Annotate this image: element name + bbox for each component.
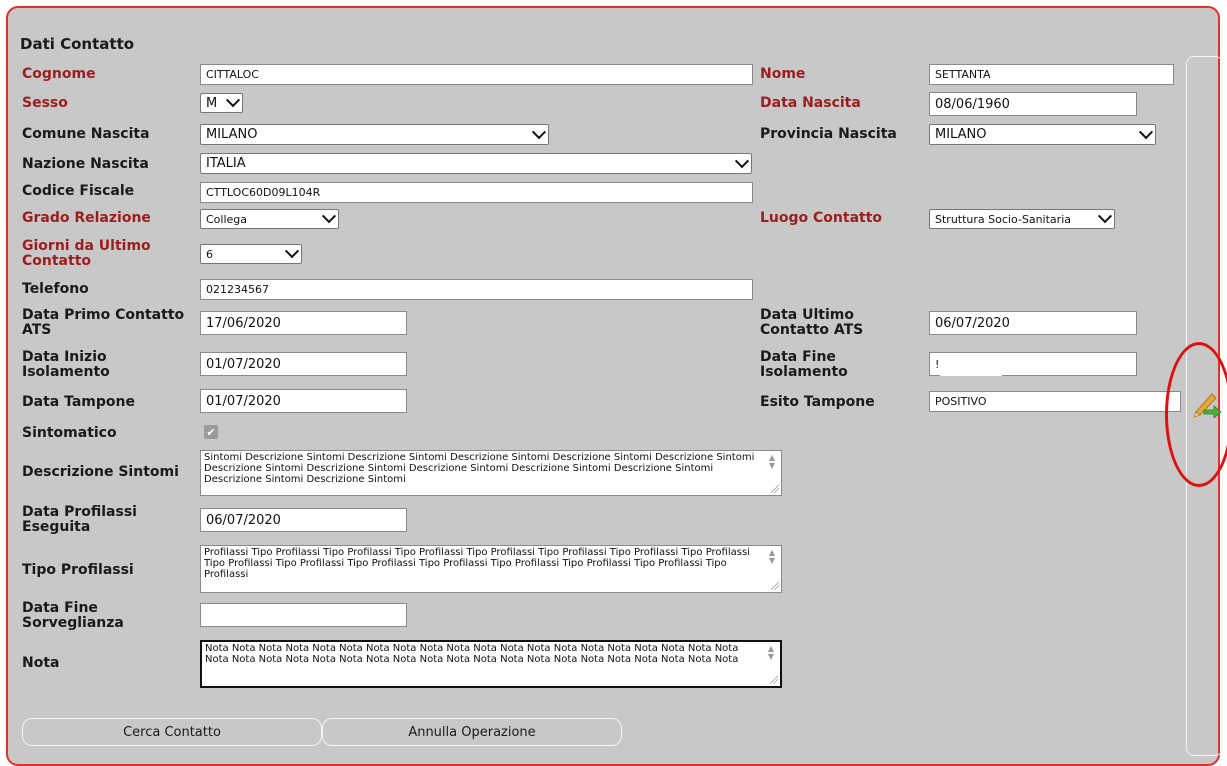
data-profilassi-label: Data Profilassi Eseguita (22, 505, 137, 535)
data-fine-isolamento-label-line1: Data Fine (760, 349, 836, 365)
codice-fiscale-input[interactable]: CTTLOC60D09L104R (200, 182, 753, 203)
sesso-select-value: M (206, 95, 218, 111)
data-inizio-isolamento-label-line2: Isolamento (22, 364, 110, 380)
data-primo-contatto-label-line1: Data Primo Contatto (22, 307, 185, 323)
tipo-profilassi-text: Profilassi Tipo Profilassi Tipo Profilas… (204, 547, 750, 580)
chevron-down-icon (531, 125, 547, 139)
nazione-nascita-select[interactable]: ITALIA (200, 153, 752, 174)
chevron-down-icon (1138, 125, 1154, 139)
data-ultimo-contatto-label: Data Ultimo Contatto ATS (760, 308, 863, 338)
data-profilassi-input[interactable]: 06/07/2020 (200, 508, 407, 532)
grado-relazione-select[interactable]: Collega (200, 209, 339, 229)
data-nascita-input[interactable]: 08/06/1960 (929, 92, 1137, 116)
cognome-label: Cognome (22, 66, 96, 82)
comune-nascita-select[interactable]: MILANO (200, 124, 549, 145)
data-fine-sorveglianza-label: Data Fine Sorveglianza (22, 601, 124, 631)
data-profilassi-label-line1: Data Profilassi (22, 504, 137, 520)
chevron-down-icon (734, 154, 750, 168)
grado-relazione-label: Grado Relazione (22, 210, 151, 226)
data-primo-contatto-label-line2: ATS (22, 322, 52, 338)
giorni-ultimo-contatto-label-line2: Contatto (22, 253, 92, 269)
data-fine-sorveglianza-label-line1: Data Fine (22, 600, 98, 616)
data-ultimo-contatto-label-line1: Data Ultimo (760, 307, 854, 323)
luogo-contatto-label: Luogo Contatto (760, 210, 883, 226)
cerca-contatto-button[interactable]: Cerca Contatto (22, 718, 322, 746)
comune-nascita-label: Comune Nascita (22, 126, 150, 142)
chevron-down-icon (225, 94, 241, 108)
annotation-circle (1165, 342, 1227, 487)
data-primo-contatto-input[interactable]: 17/06/2020 (200, 311, 407, 335)
nome-label: Nome (760, 66, 806, 82)
data-nascita-label: Data Nascita (760, 95, 861, 111)
nota-text: Nota Nota Nota Nota Nota Nota Nota Nota … (205, 643, 739, 665)
giorni-ultimo-contatto-select[interactable]: 6 (200, 244, 302, 264)
data-ultimo-contatto-input[interactable]: 06/07/2020 (929, 311, 1137, 335)
tipo-profilassi-label: Tipo Profilassi (22, 562, 134, 578)
sesso-label: Sesso (22, 95, 68, 111)
descrizione-sintomi-textarea[interactable]: Sintomi Descrizione Sintomi Descrizione … (200, 450, 782, 496)
chevron-down-icon (1097, 210, 1113, 224)
comune-nascita-value: MILANO (206, 127, 258, 142)
nome-input[interactable]: SETTANTA (929, 64, 1174, 85)
data-primo-contatto-label: Data Primo Contatto ATS (22, 308, 184, 338)
descrizione-sintomi-text: Sintomi Descrizione Sintomi Descrizione … (204, 452, 755, 485)
provincia-nascita-select[interactable]: MILANO (929, 124, 1156, 145)
giorni-ultimo-contatto-label-line1: Giorni da Ultimo (22, 238, 151, 254)
data-tampone-label: Data Tampone (22, 394, 135, 410)
annulla-operazione-button[interactable]: Annulla Operazione (322, 718, 622, 746)
data-fine-sorveglianza-label-line2: Sorveglianza (22, 615, 124, 631)
data-inizio-isolamento-input[interactable]: 01/07/2020 (200, 352, 407, 376)
form-title: Dati Contatto (20, 35, 135, 53)
redaction-patch (940, 368, 1002, 376)
data-tampone-input[interactable]: 01/07/2020 (200, 389, 407, 413)
resize-grip-icon[interactable] (770, 676, 778, 684)
resize-grip-icon[interactable] (771, 582, 779, 590)
giorni-ultimo-contatto-value: 6 (206, 247, 213, 261)
esito-tampone-label: Esito Tampone (760, 394, 875, 410)
telefono-label: Telefono (22, 281, 89, 297)
telefono-input[interactable]: 021234567 (200, 279, 753, 300)
sesso-select[interactable]: M (200, 93, 243, 113)
codice-fiscale-label: Codice Fiscale (22, 183, 135, 199)
luogo-contatto-select[interactable]: Struttura Socio-Sanitaria (929, 209, 1115, 229)
data-ultimo-contatto-label-line2: Contatto ATS (760, 322, 864, 338)
descrizione-sintomi-label: Descrizione Sintomi (22, 464, 179, 480)
scroll-arrows-icon[interactable]: ▲ ▼ (768, 645, 774, 661)
provincia-nascita-label: Provincia Nascita (760, 126, 897, 142)
esito-tampone-input[interactable]: POSITIVO (929, 391, 1181, 412)
nazione-nascita-value: ITALIA (206, 156, 246, 171)
data-profilassi-label-line2: Eseguita (22, 519, 91, 535)
sintomatico-checkbox[interactable]: ✔ (204, 425, 218, 439)
nazione-nascita-label: Nazione Nascita (22, 156, 149, 172)
chevron-down-icon (284, 245, 300, 259)
scroll-arrows-icon[interactable]: ▲ ▼ (769, 549, 775, 565)
nota-label: Nota (22, 655, 60, 671)
luogo-contatto-value: Struttura Socio-Sanitaria (935, 212, 1071, 226)
provincia-nascita-value: MILANO (935, 127, 987, 142)
tipo-profilassi-textarea[interactable]: Profilassi Tipo Profilassi Tipo Profilas… (200, 545, 782, 593)
data-fine-isolamento-label-line2: Isolamento (760, 364, 848, 380)
giorni-ultimo-contatto-label: Giorni da Ultimo Contatto (22, 239, 151, 269)
data-inizio-isolamento-label: Data Inizio Isolamento (22, 350, 110, 380)
sintomatico-label: Sintomatico (22, 425, 117, 441)
chevron-down-icon (321, 210, 337, 224)
cognome-input[interactable]: CITTALOC (200, 64, 753, 85)
grado-relazione-value: Collega (206, 212, 248, 226)
data-inizio-isolamento-label-line1: Data Inizio (22, 349, 107, 365)
resize-grip-icon[interactable] (771, 485, 779, 493)
nota-textarea[interactable]: Nota Nota Nota Nota Nota Nota Nota Nota … (200, 640, 782, 688)
scroll-arrows-icon[interactable]: ▲ ▼ (769, 454, 775, 470)
data-fine-isolamento-label: Data Fine Isolamento (760, 350, 848, 380)
data-fine-sorveglianza-input[interactable] (200, 603, 407, 627)
